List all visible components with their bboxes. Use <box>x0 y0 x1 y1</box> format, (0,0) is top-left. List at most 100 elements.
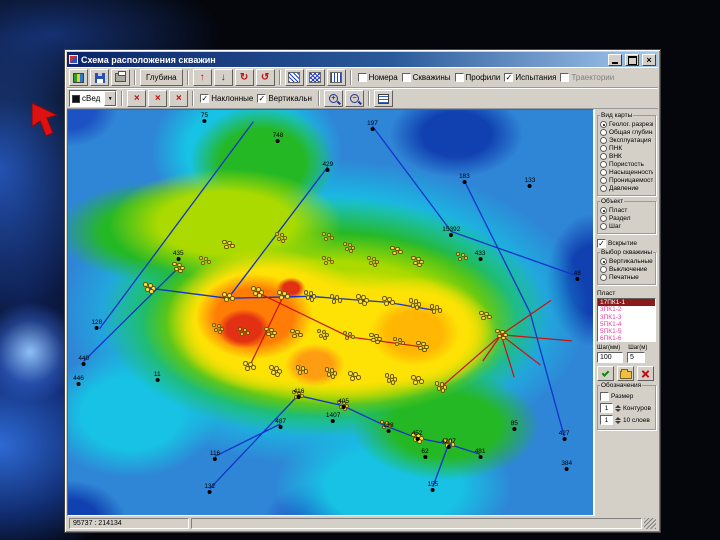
radio-option[interactable]: Эксплуатация <box>600 137 653 144</box>
spin-up-icon[interactable] <box>615 416 621 420</box>
well-cluster[interactable] <box>143 282 156 294</box>
layer-list-item[interactable]: 3ПК1-3 <box>598 314 655 321</box>
well-cluster[interactable] <box>198 255 211 268</box>
radio-option[interactable]: Печатные <box>600 274 653 281</box>
well-cluster[interactable] <box>222 239 235 252</box>
map-layers-button[interactable] <box>69 69 88 86</box>
well-marker[interactable]: 433 <box>475 250 486 261</box>
well-cluster[interactable] <box>211 322 225 335</box>
well-cluster[interactable] <box>342 330 356 343</box>
well-cluster[interactable] <box>321 255 335 268</box>
well-cluster[interactable] <box>366 255 379 268</box>
move-up-button[interactable]: ↑ <box>192 69 212 86</box>
well-marker[interactable]: 481 <box>475 449 486 460</box>
well-marker[interactable]: 1407 <box>326 412 340 423</box>
rotate-cw-button[interactable]: ↻ <box>234 69 254 86</box>
radio-option[interactable]: Давление <box>600 185 653 192</box>
spin-down-icon[interactable] <box>615 408 621 412</box>
well-marker[interactable]: 427 <box>559 430 570 442</box>
well-cluster[interactable] <box>434 381 448 393</box>
spinner-arrows[interactable] <box>615 404 621 412</box>
well-marker[interactable]: 128 <box>91 319 102 330</box>
layer-list-item[interactable]: 5ПК1-4 <box>598 321 655 328</box>
hatch-cross-button[interactable] <box>305 69 325 86</box>
radio-option[interactable]: Раздел <box>600 215 653 222</box>
well-cluster[interactable] <box>324 367 337 379</box>
radio-option[interactable]: ПНК <box>600 145 653 152</box>
erase-button[interactable]: × <box>169 90 189 107</box>
well-cluster[interactable] <box>277 290 290 302</box>
well-cluster[interactable] <box>390 245 403 258</box>
well-cluster[interactable] <box>237 326 251 339</box>
step-m-input[interactable] <box>627 352 645 363</box>
delete-profile-button[interactable]: × <box>148 90 168 107</box>
zoom-in-button[interactable]: + <box>323 90 343 107</box>
well-map-canvas[interactable]: 75 748 197 429 183 133 15392 433 48 435 128 440 446 1… <box>67 109 594 516</box>
well-marker[interactable]: 748 <box>273 133 283 144</box>
well-marker[interactable]: 416 <box>294 388 304 399</box>
radio-option[interactable]: ВНК <box>600 153 653 160</box>
hatch-diagonal-button[interactable] <box>284 69 304 86</box>
toolbar-checkbox[interactable]: ✓ Наклонные <box>200 94 253 103</box>
spinner-value[interactable]: 1 <box>600 415 613 425</box>
well-cluster[interactable] <box>264 326 277 339</box>
well-cluster[interactable] <box>269 365 282 377</box>
grid-view-button[interactable] <box>373 90 393 107</box>
well-cluster[interactable] <box>348 371 361 383</box>
save-button[interactable] <box>90 69 109 86</box>
cancel-button[interactable] <box>637 366 654 381</box>
apply-button[interactable] <box>597 366 614 381</box>
well-marker[interactable]: 15392 <box>442 226 460 237</box>
rotate-ccw-button[interactable]: ↺ <box>255 69 275 86</box>
toolbar-checkbox[interactable]: ✓ Испытания <box>504 73 556 82</box>
zoom-out-button[interactable]: − <box>344 90 364 107</box>
well-marker[interactable]: 4207 <box>441 438 456 450</box>
well-marker[interactable]: 183 <box>459 173 470 184</box>
well-cluster[interactable] <box>382 296 395 308</box>
well-cluster[interactable] <box>295 365 309 377</box>
radio-option[interactable]: Вертикальные <box>600 258 653 265</box>
layer-list-item[interactable]: 5ПК1-5 <box>598 328 655 335</box>
well-marker[interactable]: 138 <box>383 422 394 433</box>
well-marker[interactable]: 446 <box>73 376 84 387</box>
well-marker[interactable]: 405 <box>338 398 349 409</box>
well-cluster[interactable] <box>408 298 421 310</box>
minimize-button[interactable] <box>608 53 622 66</box>
well-marker[interactable]: 85 <box>511 420 518 431</box>
spinner-value[interactable]: 1 <box>600 403 613 413</box>
radio-option[interactable]: Проницаемость <box>600 177 653 184</box>
well-cluster[interactable] <box>392 336 406 349</box>
spin-up-icon[interactable] <box>615 404 621 408</box>
well-cluster[interactable] <box>329 294 343 306</box>
hatch-vertical-button[interactable] <box>326 69 346 86</box>
well-cluster[interactable] <box>384 373 398 385</box>
radio-option[interactable]: Пористость <box>600 161 653 168</box>
toolbar-checkbox[interactable]: Траектории <box>560 73 614 82</box>
well-cluster[interactable] <box>222 292 235 304</box>
size-checkbox[interactable]: Размер <box>600 392 653 401</box>
chevron-down-icon[interactable]: ▼ <box>104 91 117 106</box>
step-mm-input[interactable] <box>597 352 623 363</box>
well-marker[interactable]: 197 <box>367 120 378 132</box>
well-cluster[interactable] <box>172 261 185 274</box>
resize-grip[interactable] <box>644 518 656 529</box>
well-marker[interactable]: 435 <box>173 250 184 261</box>
well-marker[interactable]: 133 <box>525 177 535 188</box>
maximize-button[interactable] <box>625 53 639 66</box>
toolbar-checkbox[interactable]: Номера <box>357 73 398 82</box>
print-button[interactable] <box>111 69 130 86</box>
radio-option[interactable]: Выключение <box>600 266 653 273</box>
radio-option[interactable]: Шаг <box>600 223 653 230</box>
well-cluster[interactable] <box>251 286 264 298</box>
layer-list-item[interactable]: 6ПК1-6 <box>598 335 655 341</box>
well-cluster[interactable] <box>342 241 356 254</box>
well-cluster[interactable] <box>243 361 256 373</box>
toolbar-checkbox[interactable]: ✓ Вертикальн <box>257 94 312 103</box>
depth-button[interactable]: Глубина <box>140 69 183 86</box>
radio-option[interactable]: Пласт <box>600 207 653 214</box>
well-marker[interactable]: 429 <box>322 161 333 172</box>
cut-well-button[interactable]: × <box>127 90 147 107</box>
spin-down-icon[interactable] <box>615 420 621 424</box>
layer-list[interactable]: 17ПК1-1 3ПК1-2 3ПК1-3 5ПК1-4 5ПК1-5 6ПК1-6 <box>597 298 656 342</box>
well-marker[interactable]: 155 <box>427 481 438 492</box>
